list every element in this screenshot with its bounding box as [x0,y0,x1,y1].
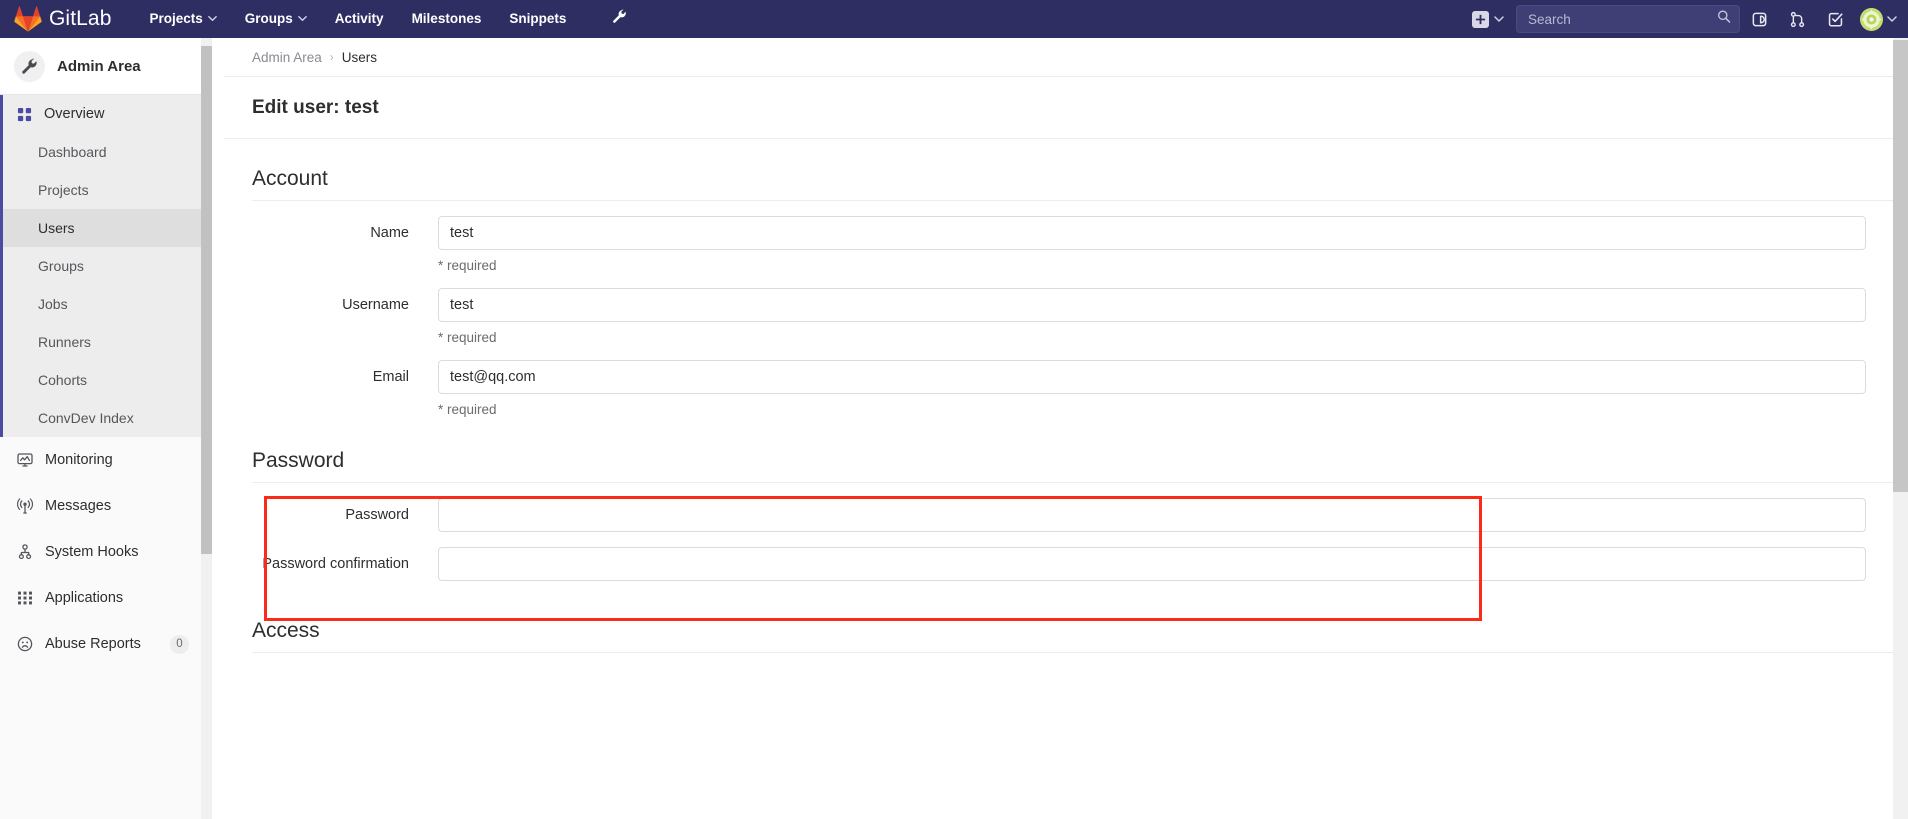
gitlab-brand[interactable]: GitLab [14,6,111,32]
sidebar-item-messages[interactable]: Messages [0,483,211,529]
sidebar-item-abuse-reports[interactable]: Abuse Reports 0 [0,621,211,667]
label-email: Email [372,369,409,385]
breadcrumb-admin-area[interactable]: Admin Area [252,50,322,65]
breadcrumb: Admin Area › Users [224,38,1908,77]
sidebar-header[interactable]: Admin Area [0,38,211,95]
merge-requests-icon[interactable] [1778,0,1816,38]
sidebar-item-overview[interactable]: Overview [3,95,211,133]
password-confirmation-input[interactable] [438,547,1866,581]
chevron-down-icon [1887,14,1897,23]
nav-projects-label: Projects [149,11,203,26]
applications-grid-icon [17,590,36,606]
field-username-wrapper: * required [438,288,1908,345]
nav-groups-label: Groups [244,11,293,26]
nav-activity[interactable]: Activity [321,0,398,38]
email-input[interactable] [438,360,1866,394]
issues-icon[interactable] [1740,0,1778,38]
form-row-username: Username * required [224,273,1908,345]
sidebar-system-hooks-label: System Hooks [45,544,139,560]
admin-area-nav-button[interactable] [604,0,635,38]
nav-snippets[interactable]: Snippets [495,0,580,38]
wrench-icon [14,50,45,82]
username-input[interactable] [438,288,1866,322]
breadcrumb-users[interactable]: Users [342,50,377,65]
main-content: Admin Area › Users Edit user: test Accou… [224,38,1908,819]
sidebar-title: Admin Area [57,57,141,75]
page-title: Edit user: test [224,77,1896,139]
grid-overview-icon [17,107,36,122]
form-row-email: Email * required [224,345,1908,417]
primary-nav: Projects Groups Activity Milestones Snip… [135,0,580,38]
sidebar-item-projects[interactable]: Projects [3,171,211,209]
broadcast-icon [17,498,36,514]
sidebar-monitoring-label: Monitoring [45,452,113,468]
search-box [1516,5,1740,33]
admin-sidebar: Admin Area Overview Dashboard Projects U… [0,38,212,819]
plus-square-icon [1472,10,1489,28]
field-password-confirmation-wrapper [438,547,1908,581]
hook-icon [17,544,36,560]
label-password-confirmation: Password confirmation [262,556,409,572]
user-menu-button[interactable] [1854,0,1908,38]
nav-milestones-label: Milestones [411,11,482,26]
chevron-down-icon [1494,14,1504,23]
sidebar-scrollbar-thumb[interactable] [201,46,212,554]
label-password: Password [345,507,409,523]
nav-snippets-label: Snippets [509,11,567,26]
sidebar-item-applications[interactable]: Applications [0,575,211,621]
sidebar-item-cohorts[interactable]: Cohorts [3,361,211,399]
field-name-wrapper: * required [438,216,1908,273]
nav-projects[interactable]: Projects [135,0,230,38]
sidebar-abuse-reports-label: Abuse Reports [45,636,141,652]
chevron-down-icon [207,14,217,23]
sidebar-item-system-hooks[interactable]: System Hooks [0,529,211,575]
sidebar-overview-label: Overview [44,106,105,122]
section-heading-account: Account [252,167,1896,201]
top-navbar: GitLab Projects Groups Activity Mileston… [0,0,1908,38]
sidebar-item-groups[interactable]: Groups [3,247,211,285]
todos-icon[interactable] [1816,0,1854,38]
hint-name: * required [438,258,497,273]
sidebar-item-jobs[interactable]: Jobs [3,285,211,323]
nav-activity-label: Activity [334,11,384,26]
form-row-name: Name * required [224,201,1908,273]
sidebar-item-users[interactable]: Users [3,209,211,247]
sidebar-item-monitoring[interactable]: Monitoring [0,437,211,483]
form-row-password-confirmation: Password confirmation [224,532,1908,581]
field-password-wrapper [438,498,1908,532]
navbar-right-cluster [1466,0,1908,38]
sidebar-item-runners[interactable]: Runners [3,323,211,361]
field-email-wrapper: * required [438,360,1908,417]
section-heading-access: Access [252,619,1896,653]
label-name: Name [370,225,409,241]
sidebar-item-convdev-index[interactable]: ConvDev Index [3,399,211,437]
sidebar-item-dashboard[interactable]: Dashboard [3,133,211,171]
chevron-down-icon [297,14,307,23]
nav-milestones[interactable]: Milestones [398,0,496,38]
monitor-icon [17,452,36,468]
gitlab-wordmark: GitLab [49,7,112,30]
password-input[interactable] [438,498,1866,532]
sad-face-icon [17,636,36,652]
section-heading-password: Password [252,449,1896,483]
sidebar-subnav: Dashboard Projects Users Groups Jobs Run… [3,133,211,437]
avatar [1860,7,1883,31]
wrench-icon [612,9,627,29]
page-scrollbar-thumb[interactable] [1893,40,1908,492]
search-input[interactable] [1516,5,1740,33]
new-item-button[interactable] [1466,0,1509,38]
abuse-reports-badge: 0 [170,634,189,654]
sidebar-messages-label: Messages [45,498,112,514]
breadcrumb-separator: › [329,50,334,64]
nav-groups[interactable]: Groups [231,0,321,38]
label-username: Username [342,297,409,313]
name-input[interactable] [438,216,1866,250]
hint-username: * required [438,330,497,345]
gitlab-logo-icon [14,6,42,32]
sidebar-applications-label: Applications [45,590,124,606]
sidebar-group-overview: Overview Dashboard Projects Users Groups… [0,95,211,437]
form-row-password: Password [224,483,1908,532]
hint-email: * required [438,402,497,417]
